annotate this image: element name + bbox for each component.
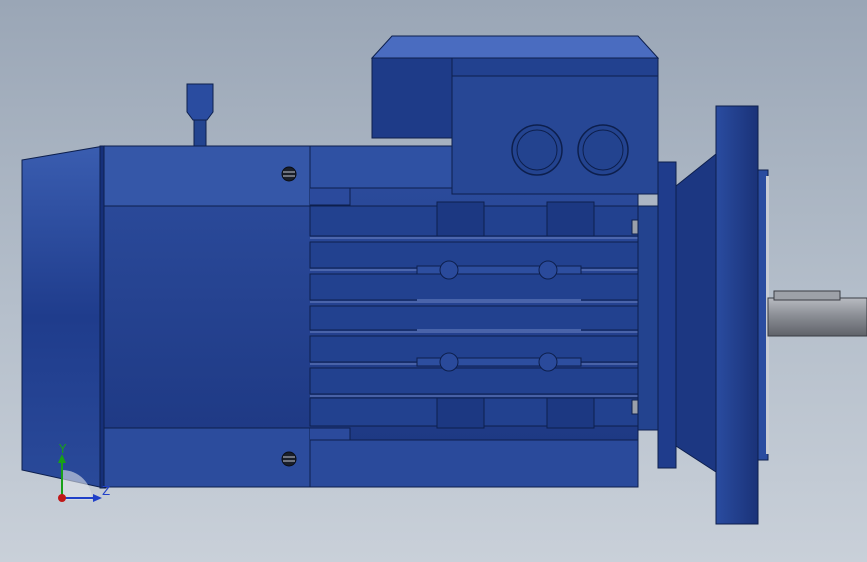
- screw-top: [281, 166, 297, 182]
- y-axis-label: Y: [59, 442, 67, 456]
- axis-triad: Y Z: [40, 430, 130, 520]
- shaft-key: [773, 290, 841, 301]
- z-axis-label: Z: [102, 484, 111, 498]
- body-top-face: [103, 145, 311, 207]
- mounting-flange: [715, 105, 759, 525]
- lifting-eyebolt: [186, 83, 214, 147]
- flange-neck: [675, 152, 717, 473]
- plug-bottom: [631, 399, 639, 415]
- plug-top: [631, 219, 639, 235]
- triad-graphic: [58, 454, 102, 502]
- screw-bottom: [281, 451, 297, 467]
- output-shaft: [767, 297, 867, 337]
- body-bottom-face: [103, 427, 311, 488]
- cable-gland-2: [577, 124, 629, 176]
- motor-model[interactable]: [0, 0, 867, 562]
- cad-viewport[interactable]: Y Z: [0, 0, 867, 562]
- cable-gland-1: [511, 124, 563, 176]
